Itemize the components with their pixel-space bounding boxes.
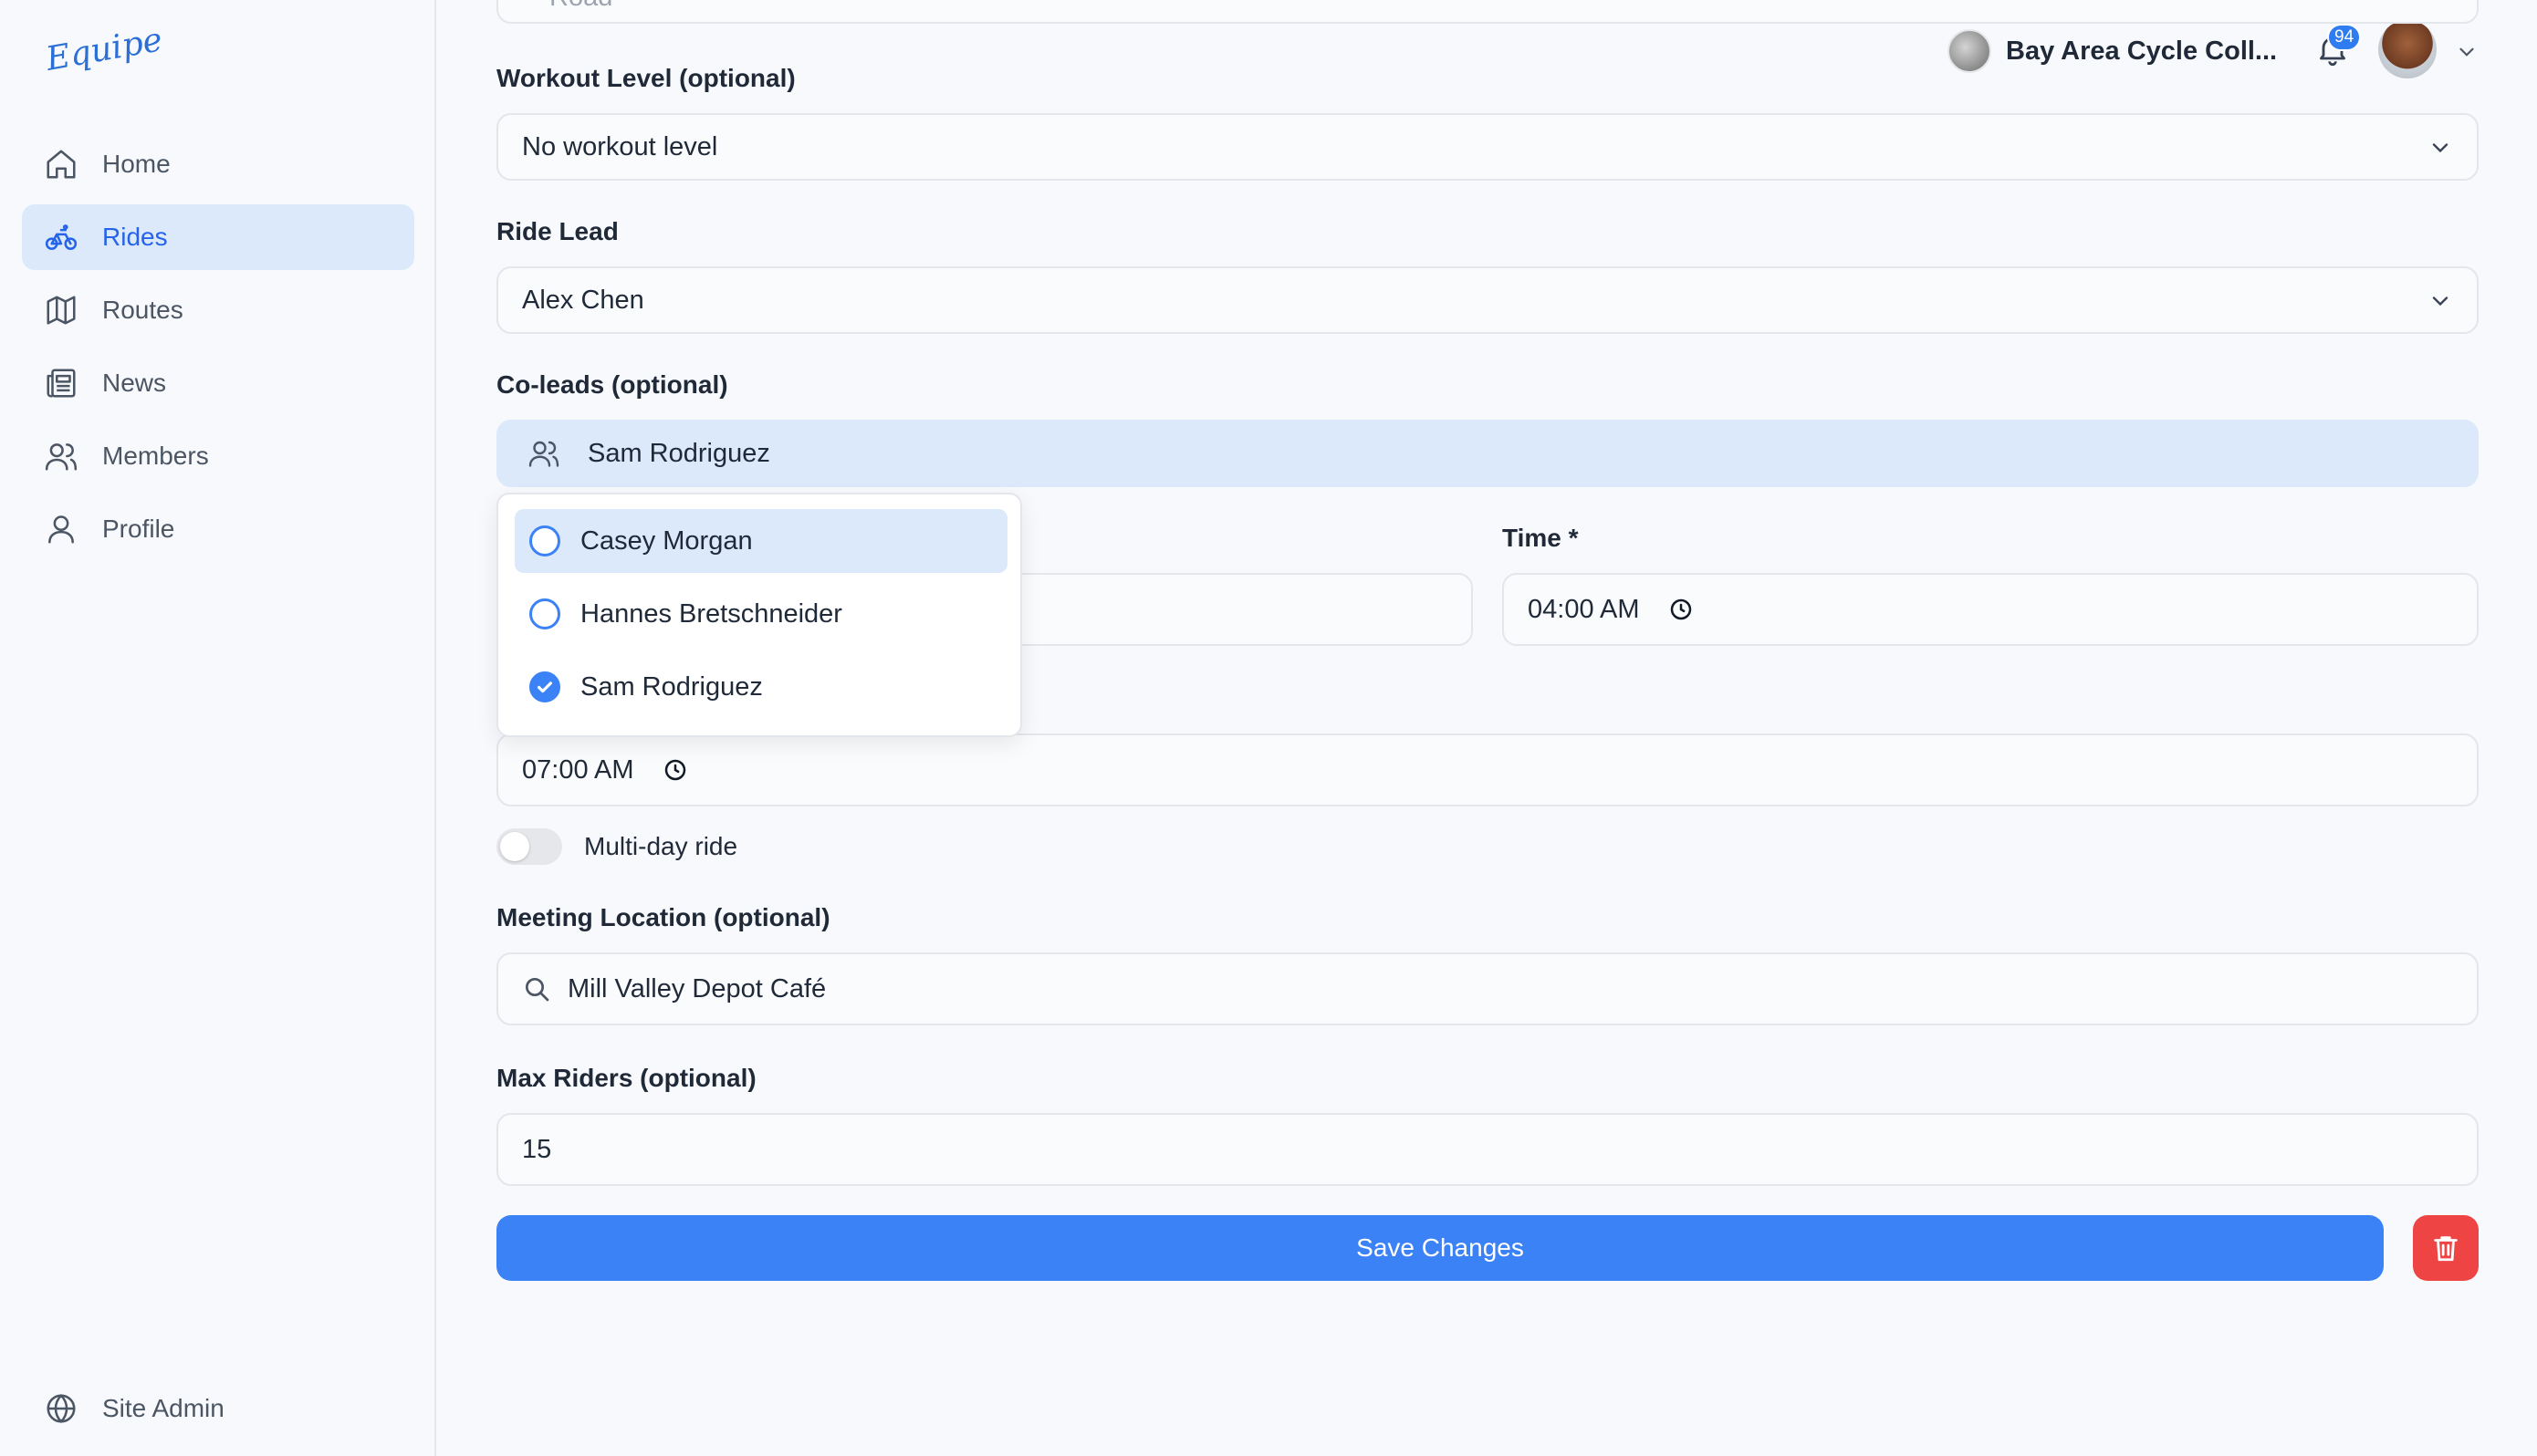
option-label: Sam Rodriguez: [580, 671, 763, 702]
sidebar-item-members[interactable]: Members: [22, 423, 414, 489]
sidebar-item-news[interactable]: News: [22, 350, 414, 416]
ride-lead-label: Ride Lead: [496, 217, 619, 245]
bicycle-icon: [45, 224, 78, 250]
coleads-option-sam-rodriguez[interactable]: Sam Rodriguez: [515, 655, 1007, 719]
sidebar-item-label: Routes: [102, 296, 183, 324]
clock-icon[interactable]: [662, 756, 689, 784]
notification-badge: 94: [2327, 24, 2362, 51]
clock-icon[interactable]: [1667, 596, 1695, 623]
sidebar-item-site-admin[interactable]: Site Admin: [22, 1376, 414, 1441]
meeting-location-label: Meeting Location (optional): [496, 903, 830, 931]
option-label: Casey Morgan: [580, 525, 753, 556]
users-icon: [45, 443, 78, 471]
coleads-value: Sam Rodriguez: [588, 438, 770, 468]
sidebar-item-label: Rides: [102, 223, 168, 251]
club-name: Bay Area Cycle Coll...: [2006, 36, 2278, 66]
multi-day-label: Multi-day ride: [584, 832, 738, 860]
ride-type-select[interactable]: Road: [496, 0, 2479, 24]
workout-level-label: Workout Level (optional): [496, 64, 796, 92]
newspaper-icon: [47, 369, 76, 398]
sidebar-item-label: Profile: [102, 515, 175, 543]
chevron-down-icon: [2432, 296, 2448, 307]
time-label: Time *: [1502, 524, 1579, 552]
workout-level-select[interactable]: No workout level: [496, 113, 2479, 181]
sidebar-item-routes[interactable]: Routes: [22, 277, 414, 343]
ride-lead-value: Alex Chen: [522, 285, 644, 315]
radio-unchecked-icon: [529, 525, 560, 556]
meeting-location-value: Mill Valley Depot Café: [568, 973, 827, 1004]
save-button[interactable]: Save Changes: [496, 1215, 2384, 1281]
meeting-location-input[interactable]: Mill Valley Depot Café: [496, 952, 2479, 1025]
map-icon: [47, 296, 76, 325]
club-avatar: [1947, 29, 1991, 73]
sidebar-item-label: Home: [102, 150, 171, 178]
trash-icon: [2434, 1236, 2458, 1262]
sidebar-item-label: Site Admin: [102, 1394, 224, 1422]
sidebar: Equipe Home Rides Routes News Members Pr…: [0, 0, 436, 1456]
time-input[interactable]: 04:00 AM: [1502, 573, 2479, 646]
coleads-option-hannes-bretschneider[interactable]: Hannes Bretschneider: [515, 582, 1007, 646]
ride-type-value: Road: [549, 0, 612, 13]
search-icon: [526, 978, 549, 1002]
end-time-value: 07:00 AM: [522, 754, 634, 785]
max-riders-label: Max Riders (optional): [496, 1064, 757, 1092]
sidebar-item-home[interactable]: Home: [22, 131, 414, 197]
sidebar-item-label: Members: [102, 442, 209, 470]
time-value: 04:00 AM: [1528, 594, 1640, 624]
coleads-label: Co-leads (optional): [496, 370, 728, 399]
users-icon: [528, 441, 559, 467]
sidebar-item-rides[interactable]: Rides: [22, 204, 414, 270]
coleads-dropdown: Casey Morgan Hannes Bretschneider Sam Ro…: [496, 493, 1022, 737]
home-icon: [47, 150, 76, 179]
delete-button[interactable]: [2413, 1215, 2479, 1281]
avatar[interactable]: [2378, 20, 2437, 78]
toggle-knob: [500, 832, 529, 861]
end-time-input[interactable]: 07:00 AM: [496, 733, 2479, 806]
globe-icon: [47, 1393, 76, 1424]
radio-unchecked-icon: [529, 598, 560, 629]
club-switcher[interactable]: Bay Area Cycle Coll...: [1947, 27, 2277, 75]
max-riders-value: 15: [522, 1134, 552, 1164]
coleads-multiselect[interactable]: Sam Rodriguez: [496, 420, 2479, 487]
ride-lead-select[interactable]: Alex Chen: [496, 266, 2479, 334]
app-logo[interactable]: Equipe: [43, 21, 165, 78]
chevron-down-icon[interactable]: [2455, 40, 2479, 64]
max-riders-input[interactable]: 15: [496, 1113, 2479, 1186]
user-icon: [48, 515, 74, 544]
sidebar-item-label: News: [102, 369, 167, 397]
workout-level-value: No workout level: [522, 131, 718, 161]
sidebar-item-profile[interactable]: Profile: [22, 496, 414, 562]
multi-day-toggle[interactable]: [496, 828, 562, 865]
check-circle-icon: [529, 671, 560, 702]
coleads-option-casey-morgan[interactable]: Casey Morgan: [515, 509, 1007, 573]
chevron-down-icon: [2432, 143, 2448, 153]
option-label: Hannes Bretschneider: [580, 598, 842, 629]
